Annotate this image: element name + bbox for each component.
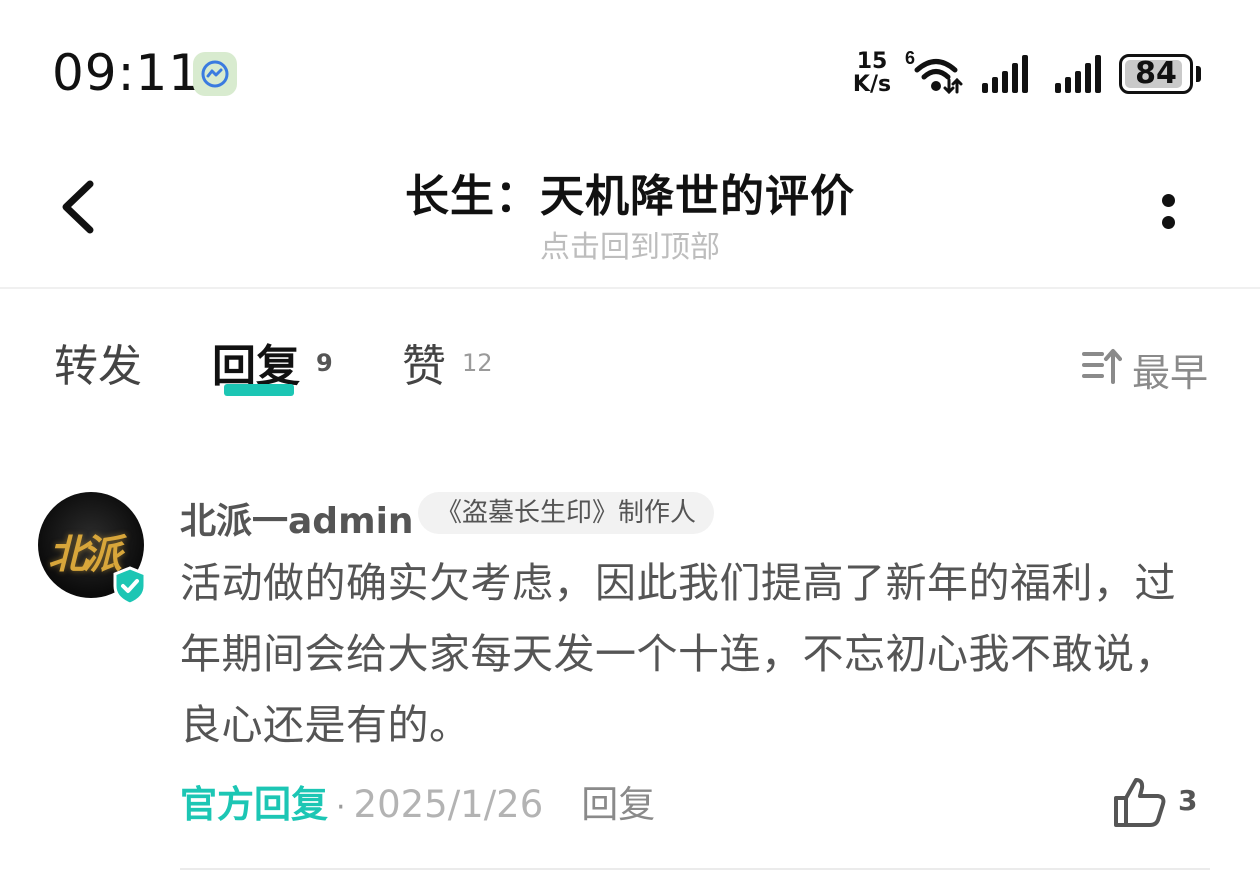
sort-label: 最早 — [1132, 351, 1209, 395]
page-title: 长生：天机降世的评价 — [405, 171, 855, 222]
signal-strength-icon — [982, 55, 1028, 93]
network-speed-value: 15 — [856, 49, 888, 74]
wifi-icon: 6 — [905, 50, 963, 94]
tab-count: 12 — [462, 349, 493, 377]
divider — [180, 868, 1210, 870]
network-speed: 15 K/s — [848, 50, 896, 96]
back-to-top-link[interactable]: 点击回到顶部 — [230, 222, 1030, 266]
tab-bar: 转发 回复 9 赞 12 最早 — [0, 330, 1260, 410]
separator-dot: · — [336, 790, 346, 825]
thumbs-up-icon — [1114, 778, 1166, 827]
tab-count: 9 — [316, 349, 333, 377]
tab-label: 转发 — [54, 341, 142, 392]
battery-icon: 84 — [1119, 54, 1193, 94]
more-options-button[interactable] — [1150, 188, 1190, 238]
avatar-logo-text: 北派 — [48, 531, 122, 578]
comment-item: 北派 北派一admin 《盗墓长生印》制作人 活动做的确实欠考虑，因此我们提高了… — [0, 470, 1260, 870]
comment-username[interactable]: 北派一admin — [180, 492, 414, 544]
more-dot-icon — [1162, 194, 1175, 207]
tab-likes[interactable]: 赞 12 — [402, 330, 493, 400]
status-bar: 09:11 15 K/s 6 84 — [0, 0, 1260, 130]
verified-badge-icon — [113, 566, 147, 606]
sort-icon — [1082, 349, 1122, 384]
like-count: 3 — [1178, 784, 1198, 817]
active-tab-indicator — [224, 384, 294, 396]
chevron-left-icon — [62, 180, 94, 234]
official-reply-label: 官方回复 — [180, 783, 328, 826]
comment-footer: 官方回复 · 2025/1/26 回复 — [180, 774, 655, 826]
signal-strength-icon — [1055, 55, 1101, 93]
tab-label: 赞 — [402, 341, 446, 392]
battery-cap — [1196, 66, 1201, 82]
network-speed-unit: K/s — [852, 72, 892, 97]
app-notification-icon — [193, 52, 237, 96]
battery-level: 84 — [1135, 56, 1177, 91]
user-role-badge: 《盗墓长生印》制作人 — [418, 492, 715, 534]
svg-text:6: 6 — [905, 50, 915, 68]
more-dot-icon — [1162, 216, 1175, 229]
reply-button[interactable]: 回复 — [581, 783, 655, 826]
back-button[interactable] — [50, 172, 110, 242]
comment-date: 2025/1/26 — [353, 783, 544, 826]
page-header: 长生：天机降世的评价 点击回到顶部 — [0, 130, 1260, 289]
comment-text: 活动做的确实欠考虑，因此我们提高了新年的福利，过年期间会给大家每天发一个十连，不… — [180, 559, 1176, 749]
tab-forward[interactable]: 转发 — [54, 330, 142, 400]
status-time: 09:11 — [52, 44, 202, 102]
